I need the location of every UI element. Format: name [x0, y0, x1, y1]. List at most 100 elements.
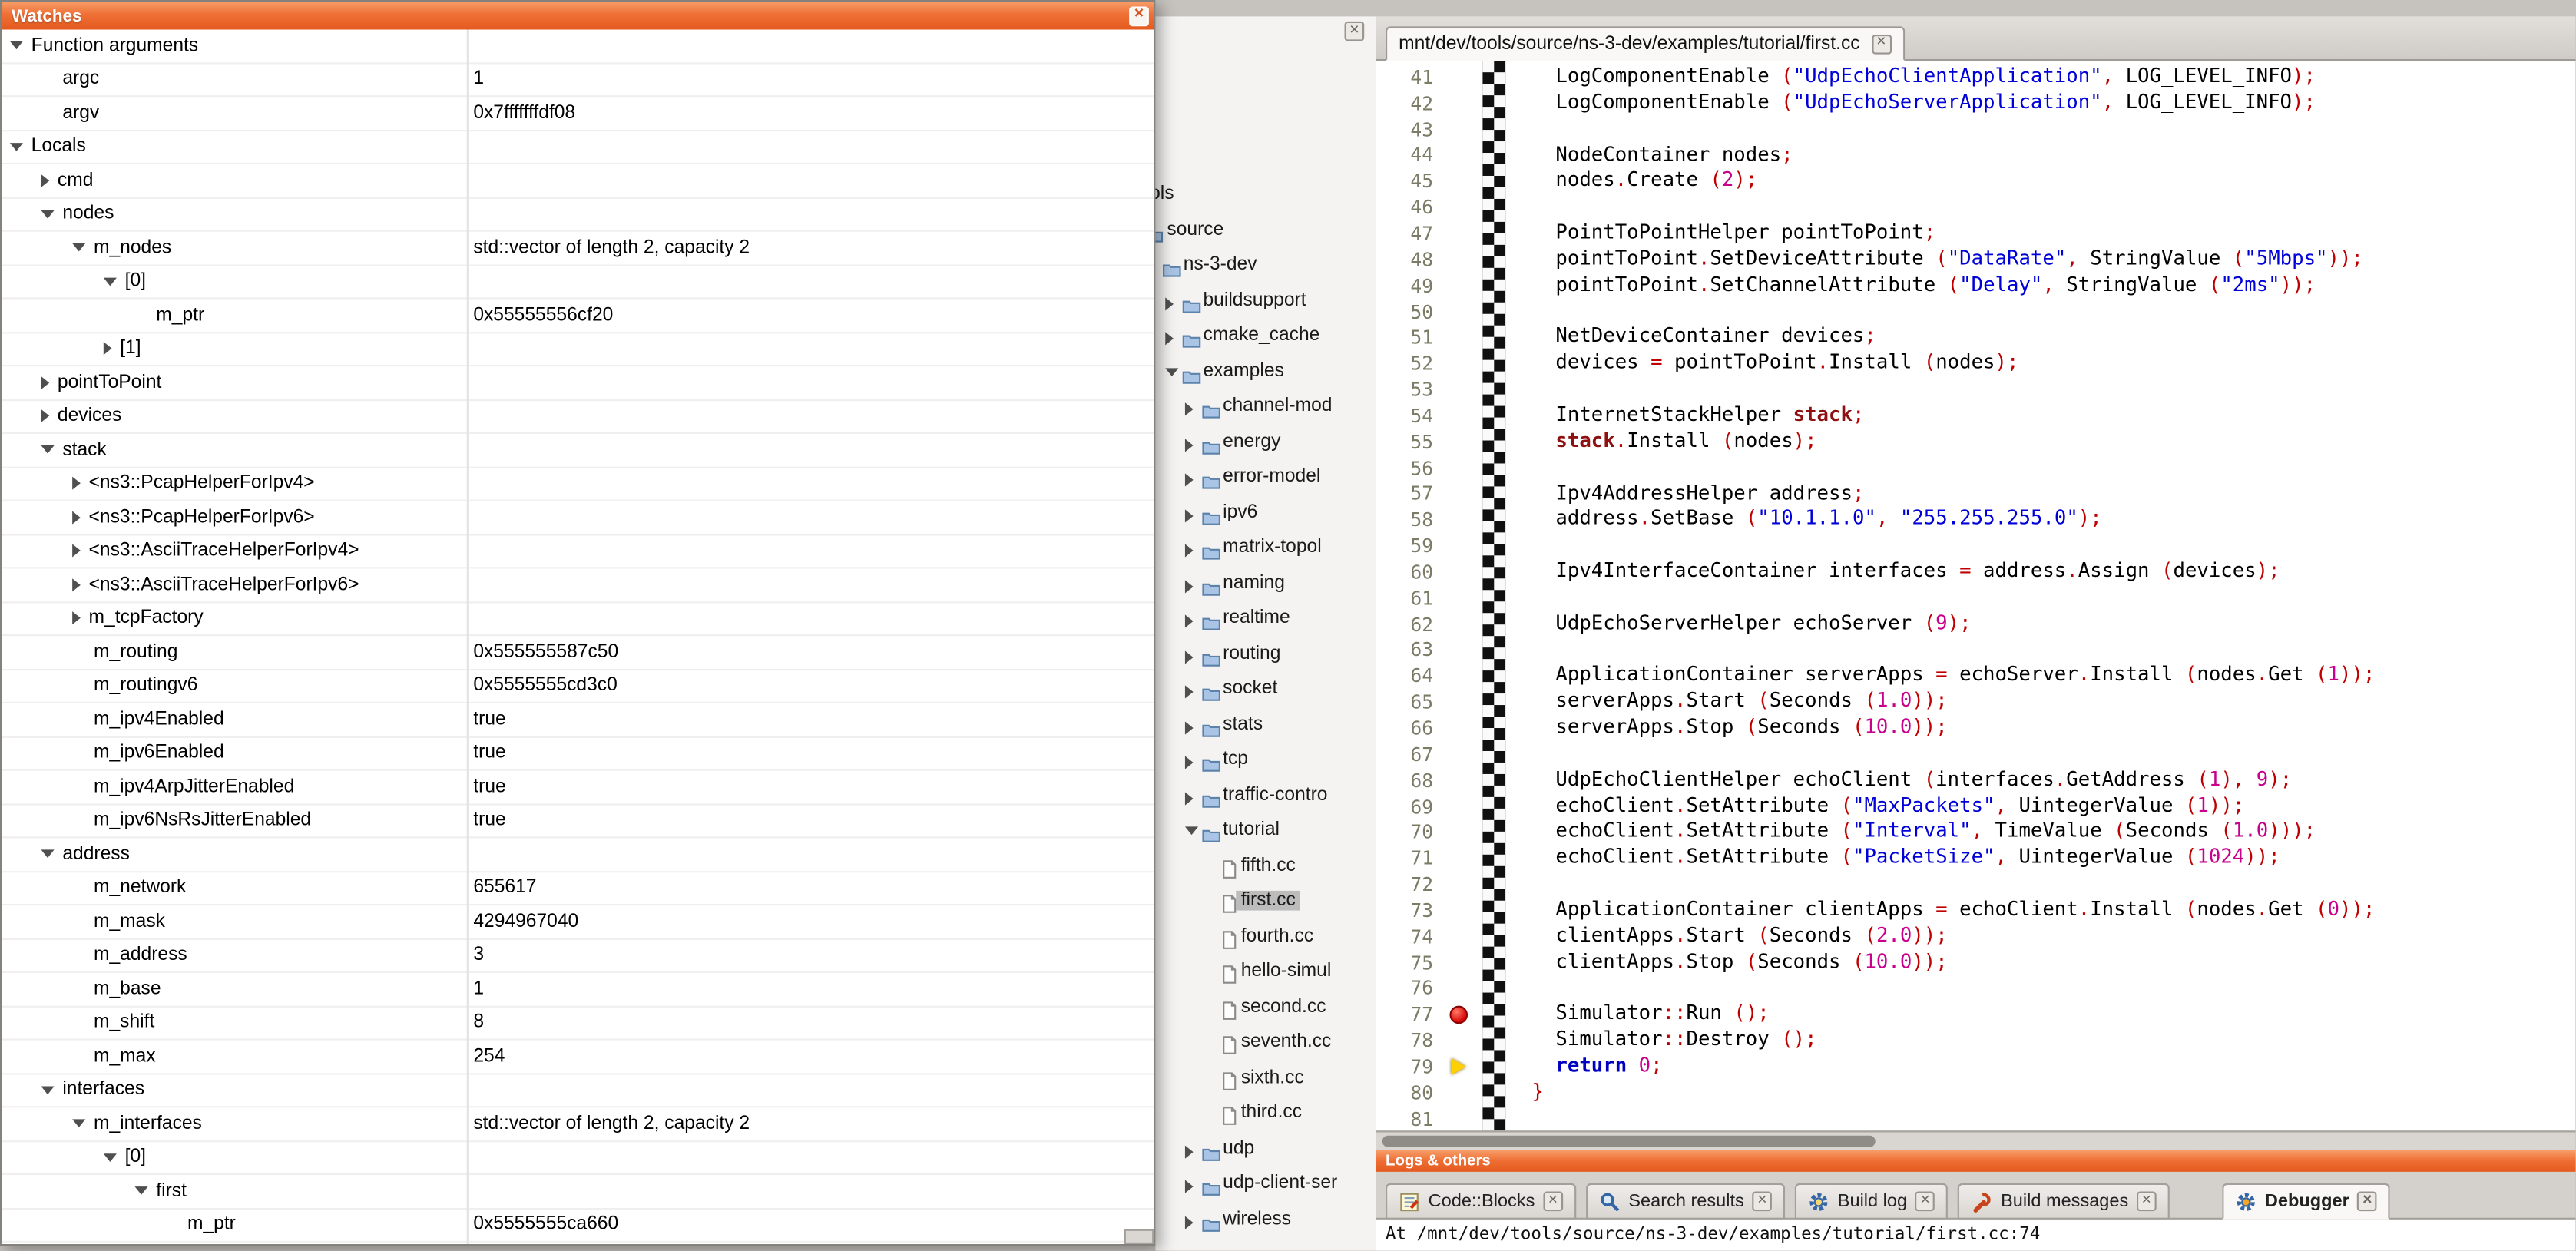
tree-item-fourth-cc[interactable]: fourth.cc — [1155, 919, 1376, 955]
marker-margin[interactable] — [1445, 90, 1471, 116]
marker-margin[interactable] — [1445, 975, 1471, 1001]
logs-header[interactable]: Logs & others — [1376, 1150, 2575, 1172]
logs-tab-build-log[interactable]: Build log — [1795, 1183, 1948, 1220]
logs-tab-search-results[interactable]: Search results — [1586, 1183, 1786, 1220]
marker-margin[interactable] — [1445, 611, 1471, 637]
line-number[interactable]: 49 — [1376, 274, 1445, 297]
expander-icon[interactable] — [1185, 826, 1198, 835]
watch-row[interactable]: nodes — [2, 198, 1154, 232]
marker-margin[interactable] — [1445, 455, 1471, 481]
expander-icon[interactable] — [72, 243, 85, 252]
line-number[interactable]: 77 — [1376, 1003, 1445, 1026]
line-number[interactable]: 76 — [1376, 977, 1445, 1000]
watch-row[interactable]: m_interfacesstd::vector of length 2, cap… — [2, 1107, 1154, 1141]
expander-icon[interactable] — [72, 477, 81, 490]
expander-icon[interactable] — [10, 41, 23, 50]
tab-close-icon[interactable] — [1543, 1192, 1563, 1212]
marker-margin[interactable] — [1445, 376, 1471, 402]
expander-icon[interactable] — [104, 1153, 117, 1162]
tree-item-first-cc[interactable]: first.cc — [1155, 884, 1376, 919]
expander-icon[interactable] — [72, 1120, 85, 1128]
expander-icon[interactable] — [1185, 650, 1194, 663]
line-number[interactable]: 65 — [1376, 690, 1445, 713]
expander-icon[interactable] — [1165, 367, 1178, 376]
watch-row[interactable]: m_max254 — [2, 1041, 1154, 1074]
marker-margin[interactable] — [1445, 846, 1471, 872]
line-number[interactable]: 81 — [1376, 1107, 1445, 1130]
tree-item-source[interactable]: source — [1155, 213, 1376, 248]
expander-icon[interactable] — [1185, 544, 1194, 557]
watch-row[interactable]: <ns3::PcapHelperForIpv6> — [2, 501, 1154, 535]
expander-icon[interactable] — [1185, 756, 1194, 769]
expander-icon[interactable] — [72, 612, 81, 625]
tree-item-socket[interactable]: socket — [1155, 672, 1376, 707]
line-number[interactable]: 69 — [1376, 795, 1445, 818]
watch-row[interactable]: address — [2, 838, 1154, 872]
editor-scrollbar-handle[interactable] — [1382, 1136, 1876, 1147]
line-number[interactable]: 66 — [1376, 717, 1445, 740]
tree-item-stats[interactable]: stats — [1155, 707, 1376, 743]
tree-item-traffic-contro[interactable]: traffic-contro — [1155, 778, 1376, 813]
line-number[interactable]: 41 — [1376, 65, 1445, 88]
tab-close-icon[interactable] — [1753, 1192, 1773, 1212]
watch-row[interactable]: m_ipv6Enabledtrue — [2, 737, 1154, 771]
tree-item-realtime[interactable]: realtime — [1155, 601, 1376, 637]
marker-margin[interactable] — [1445, 949, 1471, 975]
expander-icon[interactable] — [41, 445, 55, 454]
line-number[interactable]: 53 — [1376, 378, 1445, 401]
marker-margin[interactable] — [1445, 481, 1471, 507]
tree-item-fifth-cc[interactable]: fifth.cc — [1155, 849, 1376, 884]
line-number[interactable]: 63 — [1376, 638, 1445, 661]
line-number[interactable]: 62 — [1376, 612, 1445, 635]
marker-margin[interactable] — [1445, 220, 1471, 247]
tree-item-naming[interactable]: naming — [1155, 566, 1376, 601]
marker-margin[interactable] — [1445, 142, 1471, 168]
tree-item-examples[interactable]: examples — [1155, 354, 1376, 389]
watch-row[interactable]: m_ipv4Enabledtrue — [2, 703, 1154, 737]
marker-margin[interactable] — [1445, 637, 1471, 663]
marker-margin[interactable] — [1445, 1028, 1471, 1054]
watches-scroll-corner[interactable] — [1124, 1229, 1154, 1244]
line-number[interactable]: 44 — [1376, 144, 1445, 167]
watch-row[interactable]: Locals — [2, 131, 1154, 164]
line-number[interactable]: 72 — [1376, 873, 1445, 896]
marker-margin[interactable] — [1445, 1106, 1471, 1131]
tree-item-tutorial[interactable]: tutorial — [1155, 813, 1376, 849]
tree-item-energy[interactable]: energy — [1155, 425, 1376, 460]
tab-close-icon[interactable] — [1915, 1192, 1935, 1212]
marker-margin[interactable] — [1445, 1080, 1471, 1106]
tree-item-routing[interactable]: routing — [1155, 637, 1376, 672]
expander-icon[interactable] — [41, 850, 55, 859]
tree-item-error-model[interactable]: error-model — [1155, 460, 1376, 495]
marker-margin[interactable] — [1445, 1001, 1471, 1028]
marker-margin[interactable] — [1445, 923, 1471, 949]
line-number[interactable]: 56 — [1376, 456, 1445, 479]
line-number[interactable]: 68 — [1376, 769, 1445, 792]
line-number[interactable]: 79 — [1376, 1055, 1445, 1078]
watch-row[interactable]: argv0x7fffffffdf08 — [2, 97, 1154, 131]
marker-margin[interactable] — [1445, 559, 1471, 585]
tree-item-matrix-topol[interactable]: matrix-topol — [1155, 531, 1376, 566]
watch-row[interactable]: m_ipv6NsRsJitterEnabledtrue — [2, 805, 1154, 839]
expander-icon[interactable] — [104, 277, 117, 286]
expander-icon[interactable] — [41, 1086, 55, 1094]
expander-icon[interactable] — [41, 376, 50, 389]
marker-margin[interactable] — [1445, 273, 1471, 299]
line-number[interactable]: 50 — [1376, 300, 1445, 323]
watch-row[interactable]: <ns3::AsciiTraceHelperForIpv4> — [2, 535, 1154, 569]
line-number[interactable]: 58 — [1376, 508, 1445, 531]
marker-margin[interactable] — [1445, 897, 1471, 923]
watch-row[interactable]: <ns3::AsciiTraceHelperForIpv6> — [2, 568, 1154, 602]
line-number[interactable]: 73 — [1376, 899, 1445, 922]
line-number[interactable]: 43 — [1376, 117, 1445, 141]
logs-tab-debugger[interactable]: Debugger — [2222, 1183, 2390, 1220]
tree-item-channel-mod[interactable]: channel-mod — [1155, 389, 1376, 425]
marker-margin[interactable] — [1445, 689, 1471, 715]
watch-row[interactable]: m_address3 — [2, 939, 1154, 973]
watches-titlebar[interactable]: Watches — [2, 2, 1154, 29]
expander-icon[interactable] — [1185, 685, 1194, 698]
expander-icon[interactable] — [1165, 332, 1174, 345]
watch-row[interactable]: m_ptr0x5555555ca660 — [2, 1209, 1154, 1243]
tree-item-second-cc[interactable]: second.cc — [1155, 990, 1376, 1025]
watch-row[interactable]: cmd — [2, 164, 1154, 198]
